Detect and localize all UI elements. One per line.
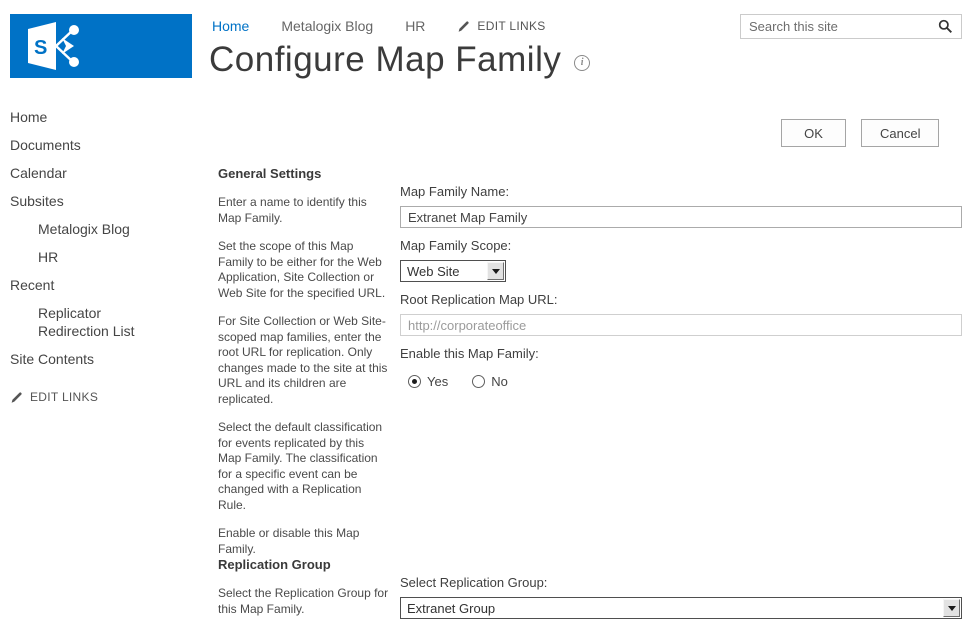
enable-yes-label: Yes — [427, 374, 449, 389]
ok-button[interactable]: OK — [781, 119, 846, 147]
sidebar-item-recent[interactable]: Recent — [10, 276, 170, 294]
pencil-icon — [10, 391, 23, 404]
replication-group-fields: Select Replication Group: Extranet Group — [400, 575, 962, 619]
replication-group-title: Replication Group — [218, 557, 331, 572]
radio-unselected-icon — [472, 375, 486, 388]
select-replication-group-label: Select Replication Group: — [400, 575, 548, 590]
sidebar-edit-links-button[interactable]: EDIT LINKS — [10, 390, 195, 404]
pencil-icon — [457, 20, 470, 33]
sidebar-item-documents[interactable]: Documents — [10, 136, 170, 154]
page-title-row: Configure Map Family i — [209, 40, 591, 80]
sidebar-item-subsites[interactable]: Subsites — [10, 192, 170, 210]
select-replication-group-select[interactable]: Extranet Group — [400, 597, 962, 619]
sidebar-item-site-contents[interactable]: Site Contents — [10, 350, 170, 368]
sidebar-item-metalogix-blog[interactable]: Metalogix Blog — [10, 220, 170, 238]
form-actions: OK Cancel — [781, 119, 940, 147]
map-family-scope-value: Web Site — [407, 263, 460, 279]
page-title: Configure Map Family — [209, 40, 562, 79]
sidebar-item-calendar[interactable]: Calendar — [10, 164, 170, 182]
map-family-scope-label: Map Family Scope: — [400, 238, 512, 253]
sidebar-item-hr[interactable]: HR — [10, 248, 170, 266]
top-edit-links-button[interactable]: EDIT LINKS — [457, 19, 545, 33]
enable-no-radio[interactable]: No — [472, 374, 508, 389]
site-search — [740, 14, 962, 39]
enable-map-family-radios: Yes No — [400, 374, 962, 389]
select-replication-group-value: Extranet Group — [407, 600, 496, 616]
map-family-name-input[interactable] — [400, 206, 962, 228]
general-settings-fields: Map Family Name: Map Family Scope: Web S… — [400, 184, 962, 389]
map-family-name-label: Map Family Name: — [400, 184, 510, 199]
configure-map-family-page: S Home Metalogix Blog HR EDIT LINKS Sear… — [0, 0, 976, 621]
general-settings-desc-2: Set the scope of this Map Family to be e… — [218, 239, 386, 300]
sharepoint-logo-icon: S — [26, 21, 90, 71]
info-icon[interactable]: i — [574, 55, 591, 71]
general-settings-desc-5: Enable or disable this Map Family. — [218, 526, 360, 556]
general-settings-description: General Settings Enter a name to identif… — [218, 166, 390, 570]
search-icon[interactable] — [938, 19, 953, 34]
sidebar-item-home[interactable]: Home — [10, 108, 170, 126]
top-navigation: Home Metalogix Blog HR EDIT LINKS — [212, 16, 546, 36]
enable-yes-radio[interactable]: Yes — [408, 374, 448, 389]
root-replication-map-url-input[interactable] — [400, 314, 962, 336]
root-replication-map-url-label: Root Replication Map URL: — [400, 292, 558, 307]
top-nav-metalogix-blog[interactable]: Metalogix Blog — [281, 18, 373, 34]
general-settings-title: General Settings — [218, 166, 322, 181]
replication-group-desc: Select the Replication Group for this Ma… — [218, 586, 389, 616]
dropdown-arrow-icon[interactable] — [943, 599, 960, 617]
svg-text:S: S — [34, 37, 47, 59]
sidebar-item-replicator-redirection-list[interactable]: Replicator Redirection List — [10, 304, 170, 340]
map-family-scope-select[interactable]: Web Site — [400, 260, 506, 282]
enable-no-label: No — [491, 374, 508, 389]
cancel-button[interactable]: Cancel — [861, 119, 940, 147]
quick-launch-sidebar: Home Documents Calendar Subsites Metalog… — [10, 108, 195, 404]
top-edit-links-label: EDIT LINKS — [477, 19, 546, 33]
search-input[interactable] — [749, 19, 932, 34]
sharepoint-logo[interactable]: S — [10, 14, 192, 78]
general-settings-desc-4: Select the default classification for ev… — [218, 420, 383, 512]
general-settings-desc-1: Enter a name to identify this Map Family… — [218, 195, 367, 225]
top-nav-home[interactable]: Home — [212, 18, 249, 34]
radio-selected-icon — [408, 375, 421, 388]
sidebar-edit-links-label: EDIT LINKS — [30, 390, 99, 404]
general-settings-desc-3: For Site Collection or Web Site-scoped m… — [218, 314, 388, 406]
enable-map-family-label: Enable this Map Family: — [400, 346, 539, 361]
replication-group-description: Replication Group Select the Replication… — [218, 557, 390, 630]
top-nav-hr[interactable]: HR — [405, 18, 425, 34]
dropdown-arrow-icon[interactable] — [487, 262, 504, 280]
